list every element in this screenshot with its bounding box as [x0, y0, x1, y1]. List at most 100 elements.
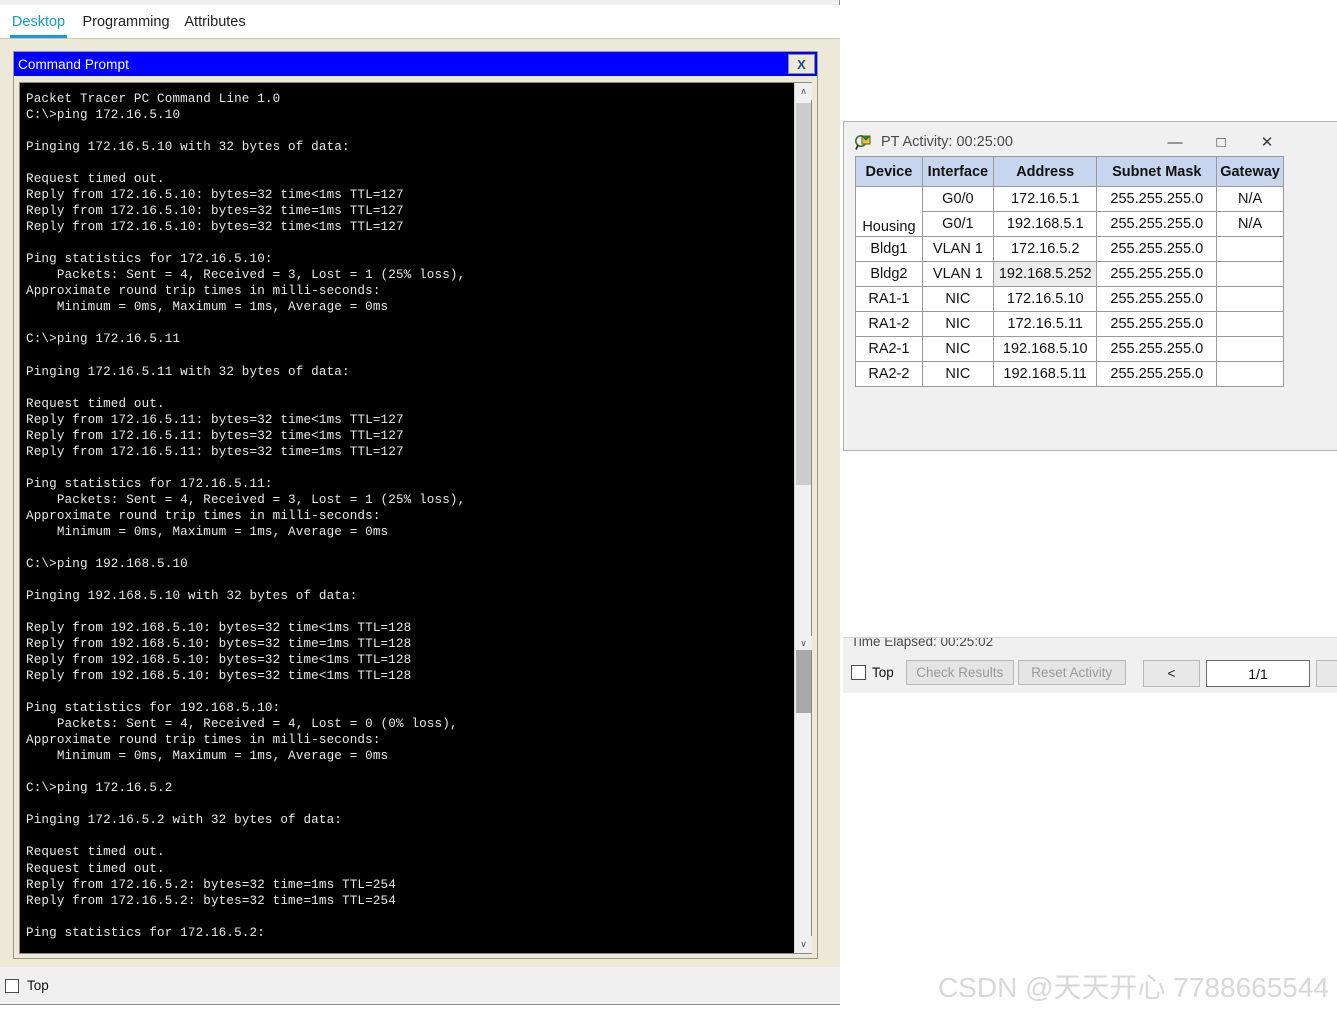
- activity-top-label-2: Top: [872, 665, 894, 680]
- cell-interface: G0/0: [921, 186, 994, 212]
- cell-address: 172.16.5.10: [992, 286, 1098, 312]
- reset-activity-label-2: Reset Activity: [1031, 665, 1113, 680]
- reset-activity-button-2[interactable]: Reset Activity: [1017, 660, 1126, 685]
- tab-programming-label: Programming: [82, 13, 170, 30]
- cell-device: RA1-2: [855, 311, 923, 337]
- cell-mask: 255.255.255.0: [1096, 236, 1218, 262]
- watermark: CSDN @天天开心 7788665544: [937, 972, 1329, 1003]
- cell-mask: 255.255.255.0: [1096, 261, 1218, 287]
- screen: Desktop Programming Attributes Command P…: [0, 0, 1337, 1011]
- check-results-button-2[interactable]: Check Results: [905, 660, 1014, 685]
- tab-programming[interactable]: Programming: [76, 5, 176, 38]
- cell-interface: VLAN 1: [921, 236, 994, 262]
- cell-gateway: [1216, 336, 1284, 362]
- scroll-up-icon[interactable]: ∧: [795, 83, 812, 100]
- tab-desktop[interactable]: Desktop: [10, 5, 67, 38]
- cell-gateway: [1216, 236, 1284, 262]
- time-elapsed-label-2: Time Elapsed: 00:25:02: [851, 637, 994, 649]
- device-window-bottom-bar: Top: [0, 967, 840, 1004]
- command-prompt-window: Command Prompt X Packet Tracer PC Comman…: [13, 51, 818, 959]
- cell-mask: 255.255.255.0: [1096, 336, 1218, 362]
- terminal-text: Packet Tracer PC Command Line 1.0 C:\>pi…: [26, 92, 466, 940]
- command-prompt-titlebar[interactable]: Command Prompt: [14, 52, 817, 76]
- maximize-glyph: □: [1216, 133, 1226, 151]
- table-row[interactable]: Bldg2 VLAN 1 192.168.5.252 255.255.255.0: [855, 261, 1284, 287]
- th-subnet-mask: Subnet Mask: [1096, 156, 1218, 187]
- cell-device: RA1-1: [855, 286, 923, 312]
- top-checkbox-row: Top: [0, 967, 840, 1004]
- close-icon[interactable]: X: [788, 54, 815, 74]
- prev-page-button-2[interactable]: <: [1143, 660, 1200, 687]
- activity-bar-controls-2: Top Check Results Reset Activity: [851, 660, 1126, 685]
- top-checkbox-label: Top: [27, 978, 49, 993]
- pt-activity-title: PT Activity: 00:25:00: [881, 134, 1013, 150]
- tab-attributes[interactable]: Attributes: [180, 5, 250, 38]
- cell-gateway: N/A: [1216, 186, 1284, 212]
- console-area: Packet Tracer PC Command Line 1.0 C:\>pi…: [19, 82, 812, 954]
- cell-interface: NIC: [921, 361, 994, 387]
- scroll-down-icon[interactable]: ∨: [795, 936, 812, 953]
- prev-page-label-2: <: [1167, 666, 1176, 681]
- table-header-row: Device Interface Address Subnet Mask Gat…: [855, 156, 1284, 187]
- cell-gateway: [1216, 286, 1284, 312]
- scrollbar-thumb-inner[interactable]: [796, 650, 811, 713]
- scrollbar-thumb-outer[interactable]: [796, 103, 811, 485]
- cell-address: 172.16.5.2: [992, 236, 1098, 262]
- tab-strip: Desktop Programming Attributes: [0, 5, 840, 38]
- next-page-button-2[interactable]: >: [1316, 660, 1337, 687]
- cell-address: 192.168.5.11: [992, 361, 1098, 387]
- top-checkbox[interactable]: [5, 978, 19, 993]
- close-label: X: [797, 56, 806, 72]
- cell-address: 172.16.5.1: [992, 186, 1098, 212]
- cell-device: Bldg2: [855, 261, 923, 287]
- scroll-down-glyph: ∨: [800, 939, 807, 949]
- cell-interface: NIC: [921, 286, 994, 312]
- table-row[interactable]: RA1-1 NIC 172.16.5.10 255.255.255.0: [855, 286, 1284, 312]
- table-row[interactable]: RA2-1 NIC 192.168.5.10 255.255.255.0: [855, 336, 1284, 362]
- table-row[interactable]: RA1-2 NIC 172.16.5.11 255.255.255.0: [855, 311, 1284, 337]
- cell-mask: 255.255.255.0: [1096, 286, 1218, 312]
- activity-pager-2: < 1/1 >: [1143, 660, 1337, 687]
- cell-interface: NIC: [921, 336, 994, 362]
- cell-gateway: N/A: [1216, 211, 1284, 237]
- cell-interface: NIC: [921, 311, 994, 337]
- close-window-glyph: ✕: [1260, 134, 1274, 151]
- cell-mask: 255.255.255.0: [1096, 311, 1218, 337]
- cell-interface: VLAN 1: [921, 261, 994, 287]
- page-indicator-2[interactable]: 1/1: [1206, 660, 1310, 687]
- page-indicator-label-2: 1/1: [1248, 665, 1268, 682]
- th-interface: Interface: [921, 156, 994, 187]
- desktop-panel: Command Prompt X Packet Tracer PC Comman…: [0, 38, 840, 968]
- check-results-label-2: Check Results: [916, 665, 1004, 680]
- scroll-down-inner-icon[interactable]: ∨: [795, 636, 812, 650]
- cell-address: 192.168.5.10: [992, 336, 1098, 362]
- cell-mask: 255.255.255.0: [1096, 361, 1218, 387]
- th-device: Device: [855, 156, 923, 187]
- cell-device: Bldg1: [855, 236, 923, 262]
- cell-gateway: [1216, 361, 1284, 387]
- console-scrollbar[interactable]: ∧ ∨ ∨: [794, 83, 812, 953]
- device-window: Desktop Programming Attributes Command P…: [0, 0, 840, 1005]
- cell-device: Housing: [855, 186, 923, 237]
- activity-top-checkbox-2[interactable]: [851, 665, 866, 680]
- addressing-table-wrap: Device Interface Address Subnet Mask Gat…: [855, 156, 1284, 412]
- cell-address: 192.168.5.1: [992, 211, 1098, 237]
- cell-gateway: [1216, 261, 1284, 287]
- cell-mask: 255.255.255.0: [1096, 211, 1218, 237]
- cell-mask: 255.255.255.0: [1096, 186, 1218, 212]
- tab-desktop-label: Desktop: [11, 13, 66, 30]
- scroll-up-glyph: ∧: [800, 86, 807, 96]
- table-row[interactable]: RA2-2 NIC 192.168.5.11 255.255.255.0: [855, 361, 1284, 387]
- th-address: Address: [992, 156, 1098, 187]
- cell-device: RA2-2: [855, 361, 923, 387]
- terminal-output[interactable]: Packet Tracer PC Command Line 1.0 C:\>pi…: [20, 83, 796, 953]
- cell-interface: G0/1: [921, 211, 994, 237]
- packet-tracer-logo-icon: [855, 134, 872, 151]
- cell-address: 192.168.5.252: [992, 261, 1098, 287]
- cell-device: RA2-1: [855, 336, 923, 362]
- table-row[interactable]: Bldg1 VLAN 1 172.16.5.2 255.255.255.0: [855, 236, 1284, 262]
- table-row[interactable]: Housing G0/0 172.16.5.1 255.255.255.0 N/…: [855, 186, 1284, 237]
- activity-control-bar-secondary: Time Elapsed: 00:25:02 Top Check Results…: [843, 637, 1337, 693]
- cell-address: 172.16.5.11: [992, 311, 1098, 337]
- minimize-glyph: —: [1167, 133, 1183, 151]
